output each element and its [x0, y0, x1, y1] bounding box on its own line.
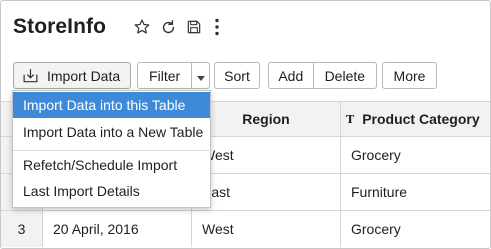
import-data-button[interactable]: Import Data — [13, 62, 131, 89]
region-cell[interactable]: West — [192, 137, 341, 173]
caret-down-icon — [196, 68, 205, 84]
menu-divider — [13, 150, 210, 151]
menu-item-import-into-this-table[interactable]: Import Data into this Table — [13, 92, 210, 118]
menu-item-refetch-schedule-import[interactable]: Refetch/Schedule Import — [13, 152, 210, 178]
menu-item-import-into-new-table[interactable]: Import Data into a New Table — [13, 119, 210, 145]
column-header-label: Region — [242, 111, 290, 127]
column-header-label: Product Category — [362, 111, 480, 127]
add-delete-group: Add Delete — [268, 62, 377, 89]
storeinfo-window: StoreInfo Import Data Filter Sort Add De… — [0, 0, 491, 249]
menu-item-last-import-details[interactable]: Last Import Details — [13, 178, 210, 204]
delete-button[interactable]: Delete — [312, 63, 376, 88]
more-vertical-icon[interactable] — [206, 16, 228, 38]
refresh-icon[interactable] — [157, 16, 179, 38]
add-button[interactable]: Add — [269, 63, 313, 88]
import-icon — [22, 68, 39, 84]
save-icon[interactable] — [183, 16, 205, 38]
row-number: 3 — [1, 211, 43, 247]
product-category-cell[interactable]: Grocery — [341, 137, 490, 173]
star-icon[interactable] — [131, 16, 153, 38]
product-category-cell[interactable]: Furniture — [341, 174, 490, 210]
column-header-region[interactable]: Region — [192, 102, 341, 136]
date-cell[interactable]: 20 April, 2016 — [43, 211, 192, 247]
filter-button-group: Filter — [137, 62, 210, 89]
import-dropdown-menu: Import Data into this Table Import Data … — [12, 90, 211, 208]
page-title: StoreInfo — [13, 15, 107, 38]
filter-button[interactable]: Filter — [138, 63, 191, 88]
region-cell[interactable]: West — [192, 211, 341, 247]
import-data-label: Import Data — [47, 67, 121, 84]
text-type-icon: T — [346, 112, 355, 126]
product-category-cell[interactable]: Grocery — [341, 211, 490, 247]
filter-dropdown-button[interactable] — [191, 63, 209, 88]
column-header-product-category[interactable]: T Product Category — [341, 102, 490, 136]
more-button[interactable]: More — [382, 62, 437, 89]
region-cell[interactable]: East — [192, 174, 341, 210]
sort-button[interactable]: Sort — [214, 62, 260, 89]
table-row[interactable]: 3 20 April, 2016 West Grocery — [1, 211, 490, 248]
